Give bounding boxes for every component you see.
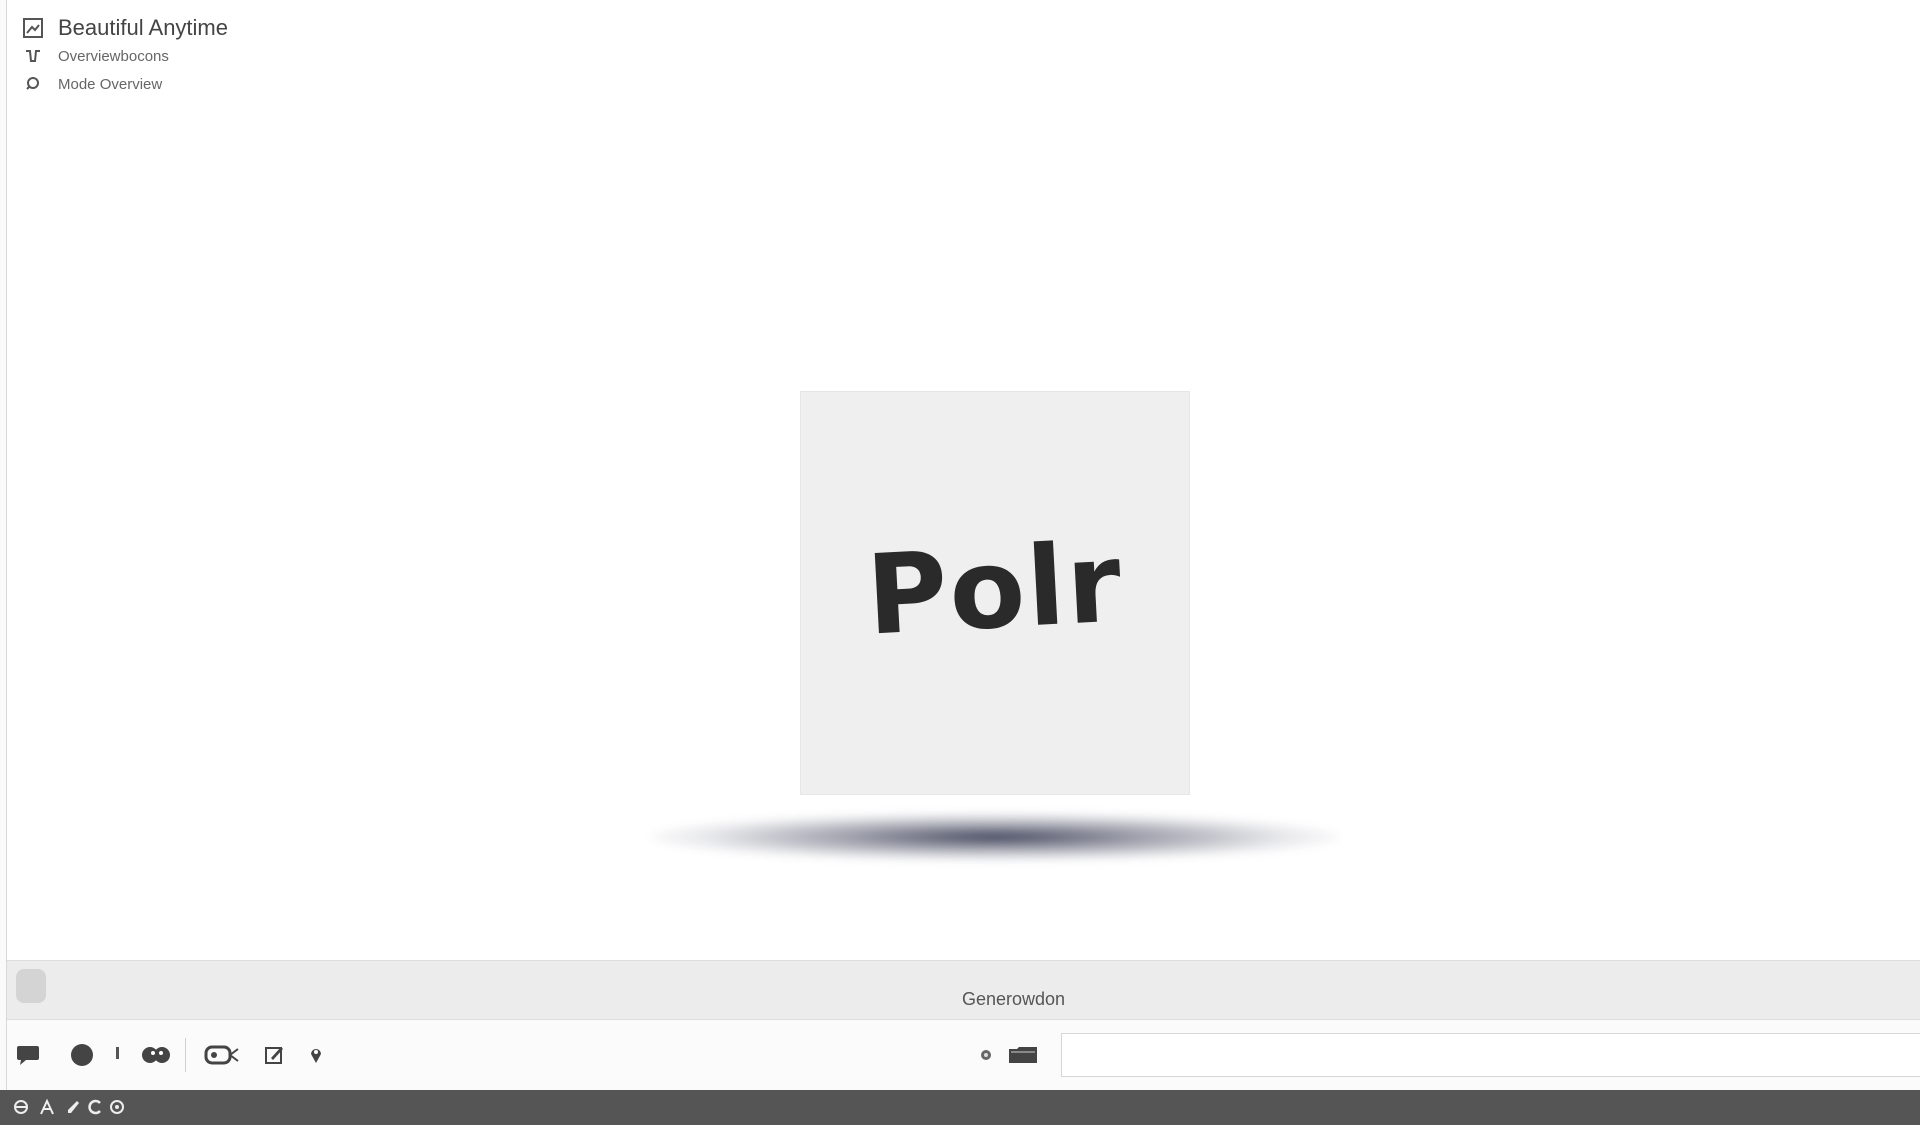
circle-icon[interactable] xyxy=(67,1040,97,1070)
app-window: Beautiful Anytime Overviewbocons Mode Ov… xyxy=(0,0,1920,1125)
a-icon[interactable] xyxy=(38,1098,56,1116)
info-line-2: Mode Overview xyxy=(20,70,228,98)
image-frame-icon xyxy=(20,17,46,39)
brush-icon[interactable] xyxy=(64,1098,82,1116)
speech-bubble-icon[interactable] xyxy=(13,1040,43,1070)
settings-icon[interactable] xyxy=(108,1098,126,1116)
status-bar: Generowdon xyxy=(7,960,1920,1020)
c-icon[interactable] xyxy=(86,1098,104,1116)
toolbar-separator xyxy=(185,1038,186,1072)
canvas-word: Polr xyxy=(863,518,1127,660)
info-panel: Beautiful Anytime Overviewbocons Mode Ov… xyxy=(20,14,228,98)
info-line-2-text: Mode Overview xyxy=(58,75,163,93)
left-window-edge xyxy=(0,0,7,1090)
info-line-1-text: Overviewbocons xyxy=(58,47,169,65)
cup-icon xyxy=(20,45,46,67)
folder-icon[interactable] xyxy=(1005,1040,1041,1070)
info-title: Beautiful Anytime xyxy=(58,15,228,40)
location-icon[interactable] xyxy=(305,1040,327,1070)
message-input[interactable] xyxy=(1061,1033,1920,1077)
group-icon[interactable] xyxy=(139,1040,173,1070)
toolbar xyxy=(7,1020,1920,1090)
taskbar xyxy=(0,1090,1920,1125)
info-title-row: Beautiful Anytime xyxy=(20,14,228,42)
info-line-1: Overviewbocons xyxy=(20,42,228,70)
canvas-shadow xyxy=(650,812,1340,862)
search-icon xyxy=(20,73,46,95)
pin-icon[interactable] xyxy=(111,1040,123,1070)
image-canvas[interactable]: Polr xyxy=(800,391,1190,795)
dot-icon[interactable] xyxy=(977,1040,995,1070)
globe-icon[interactable] xyxy=(12,1098,30,1116)
status-text: Generowdon xyxy=(961,989,1066,1009)
edit-icon[interactable] xyxy=(261,1040,287,1070)
tag-icon[interactable] xyxy=(203,1040,241,1070)
